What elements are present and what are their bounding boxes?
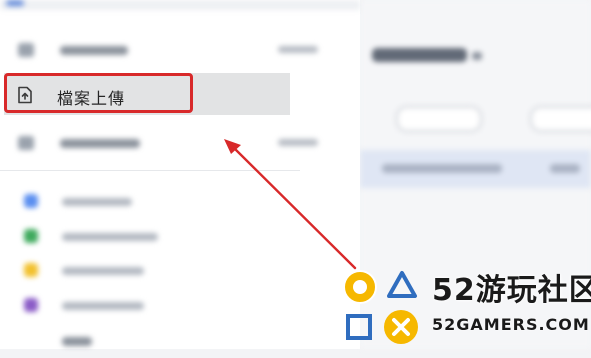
banner-action[interactable] <box>550 164 580 173</box>
menu-item-label <box>60 46 128 55</box>
menu-item-shortcut <box>278 46 318 53</box>
menu-item-new-folder[interactable] <box>0 33 318 67</box>
folder-add-icon <box>18 43 34 57</box>
menu-item-label <box>62 337 92 346</box>
file-upload-label: 檔案上傳 <box>57 89 126 108</box>
watermark-site: 52GAMERS.COM <box>432 315 590 334</box>
menu-item-google-docs[interactable] <box>0 184 300 218</box>
folder-upload-icon <box>18 136 34 150</box>
menu-item-label <box>62 302 144 310</box>
menu-item-label <box>62 233 158 241</box>
menu-item-google-slides[interactable] <box>0 253 300 287</box>
menu-item-google-sheets[interactable] <box>0 219 300 253</box>
google-slides-icon <box>24 263 38 277</box>
menu-divider <box>0 170 300 171</box>
watermark-brand: 52游玩社区 <box>432 273 591 308</box>
file-upload-icon <box>18 86 32 104</box>
menu-item-more[interactable] <box>0 324 300 358</box>
google-sheets-icon <box>24 229 38 243</box>
menu-item-folder-upload[interactable] <box>0 126 318 160</box>
filter-chip[interactable] <box>530 106 591 132</box>
menu-item-label <box>60 139 140 148</box>
watermark-logo <box>343 270 418 344</box>
notice-banner <box>360 150 591 188</box>
google-forms-icon <box>24 298 38 312</box>
folder-dropdown-caret-icon <box>472 52 482 60</box>
banner-text <box>382 164 502 173</box>
menu-top-strip <box>0 0 360 10</box>
menu-item-label <box>62 198 132 206</box>
filter-chip[interactable] <box>396 106 482 132</box>
menu-item-shortcut <box>278 139 318 146</box>
drive-folder-title <box>372 48 467 62</box>
menu-item-google-forms[interactable] <box>0 288 300 322</box>
screenshot-stage: 檔案上傳 52游玩社区 52GAMERS.COM <box>0 0 591 349</box>
menu-item-label <box>62 267 144 275</box>
google-docs-icon <box>24 194 38 208</box>
